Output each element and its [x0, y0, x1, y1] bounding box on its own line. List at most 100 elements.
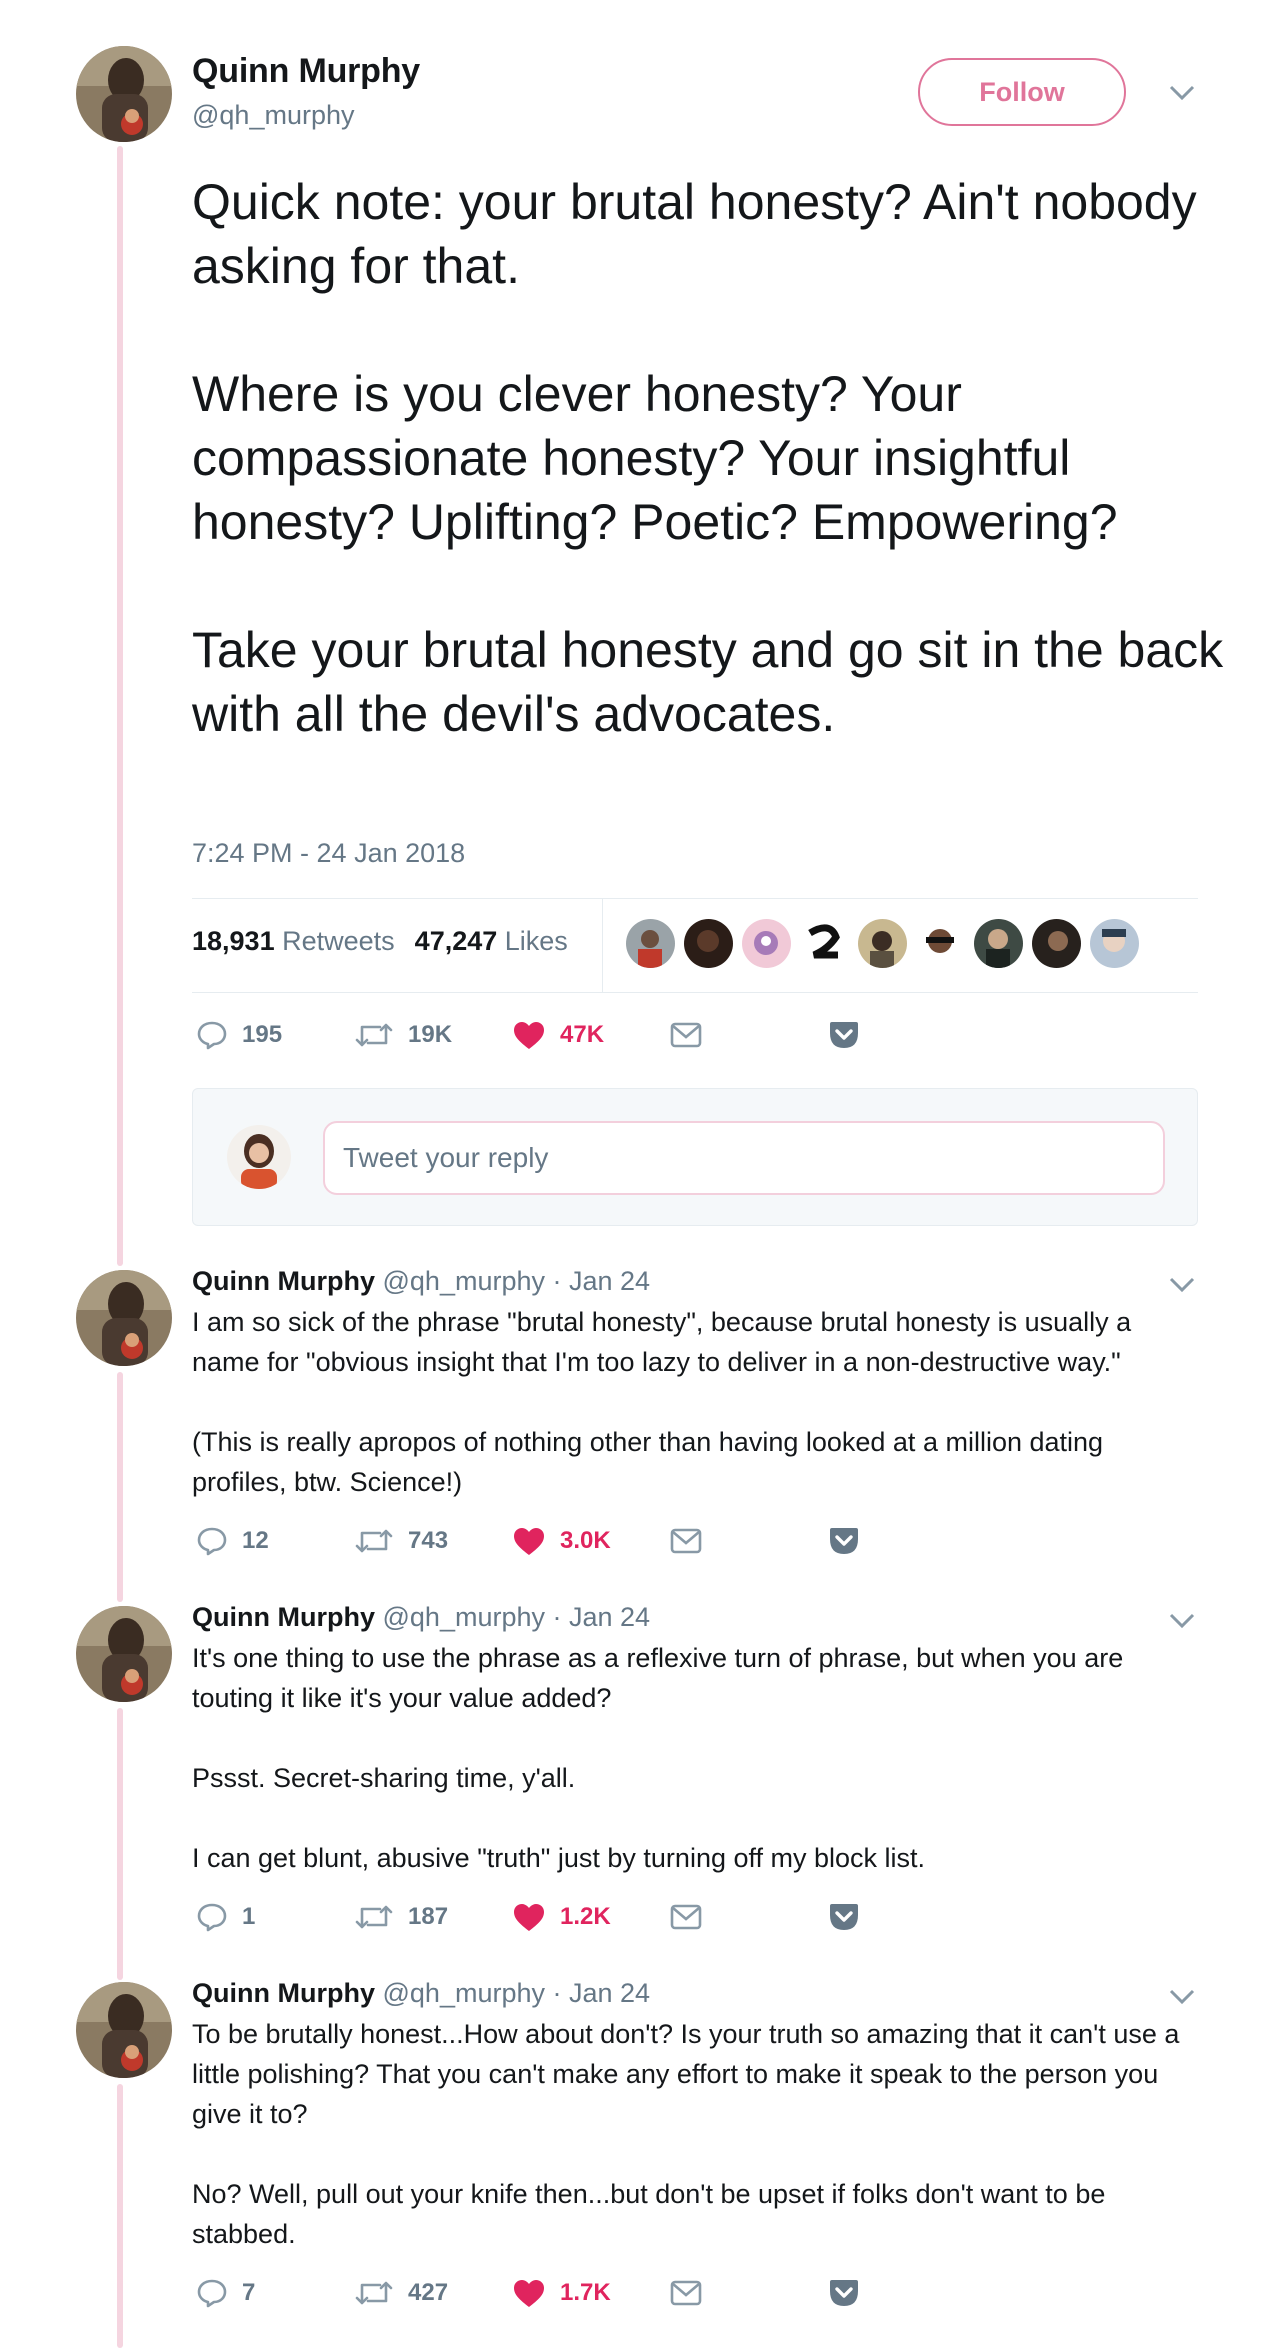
- like-count: 1.2K: [560, 1903, 611, 1930]
- tweet-text: To be brutally honest...How about don't?…: [192, 2014, 1202, 2254]
- chevron-down-icon[interactable]: [1168, 1988, 1196, 2011]
- pocket-button[interactable]: [828, 1902, 860, 1932]
- retweet-icon: [355, 1529, 393, 1553]
- heart-icon: [514, 1528, 544, 1555]
- author-name[interactable]: Quinn Murphy: [192, 52, 420, 91]
- pocket-button[interactable]: [828, 1020, 860, 1050]
- like-count: 47K: [560, 1021, 605, 1048]
- retweet-button[interactable]: 187: [354, 1903, 512, 1931]
- tweet-paragraph: I can get blunt, abusive "truth" just by…: [192, 1843, 926, 1873]
- heart-icon: [514, 1022, 544, 1049]
- author-name[interactable]: Quinn Murphy: [192, 1266, 375, 1296]
- envelope-icon: [670, 1022, 702, 1048]
- envelope-icon: [670, 1904, 702, 1930]
- direct-message-button[interactable]: [670, 2280, 828, 2306]
- retweet-count: 187: [408, 1903, 449, 1930]
- liker-avatar[interactable]: [684, 919, 733, 968]
- reply-button[interactable]: 195: [196, 1020, 354, 1050]
- reply-button[interactable]: 7: [196, 2278, 354, 2308]
- tweet-text: Quick note: your brutal honesty? Ain't n…: [192, 170, 1242, 746]
- avatar[interactable]: [76, 46, 172, 142]
- envelope-icon: [670, 2280, 702, 2306]
- tweet-timestamp[interactable]: 7:24 PM - 24 Jan 2018: [192, 838, 465, 869]
- liker-avatar[interactable]: [916, 919, 965, 968]
- liker-avatar[interactable]: [742, 919, 791, 968]
- retweet-count: 427: [408, 2279, 449, 2306]
- current-user-avatar: [227, 1125, 291, 1189]
- heart-icon: [514, 1904, 544, 1931]
- likes-stat[interactable]: 47,247 Likes: [415, 926, 568, 957]
- like-button[interactable]: 1.2K: [512, 1902, 670, 1932]
- pocket-button[interactable]: [828, 2278, 860, 2308]
- pocket-button[interactable]: [828, 1526, 860, 1556]
- reply-icon: [197, 1527, 227, 1556]
- pocket-icon: [830, 1022, 858, 1048]
- chevron-down-icon[interactable]: [1168, 1276, 1196, 1299]
- tweet-paragraph: Quick note: your brutal honesty? Ain't n…: [192, 174, 1197, 294]
- liker-avatar[interactable]: [800, 919, 849, 968]
- author-name[interactable]: Quinn Murphy: [192, 1602, 375, 1632]
- reply-input[interactable]: Tweet your reply: [323, 1121, 1165, 1195]
- reply-icon: [197, 1021, 227, 1050]
- tweet-actions: 12 743 3.0K: [196, 1526, 860, 1556]
- thread-line: [117, 146, 123, 1266]
- liker-avatar[interactable]: [858, 919, 907, 968]
- retweets-stat[interactable]: 18,931 Retweets: [192, 926, 395, 957]
- reply-icon: [197, 1903, 227, 1932]
- retweet-button[interactable]: 19K: [354, 1021, 512, 1049]
- chevron-down-icon[interactable]: [1168, 84, 1196, 107]
- tweet-paragraph: Take your brutal honesty and go sit in t…: [192, 622, 1224, 742]
- retweet-icon: [355, 2281, 393, 2305]
- liker-avatar[interactable]: [626, 919, 675, 968]
- tweet-paragraph: I am so sick of the phrase "brutal hones…: [192, 1307, 1132, 1377]
- reply-button[interactable]: 12: [196, 1526, 354, 1556]
- tweet-actions: 195 19K 47K: [196, 1020, 860, 1050]
- tweet-paragraph: (This is really apropos of nothing other…: [192, 1427, 1104, 1497]
- liker-avatar[interactable]: [1090, 919, 1139, 968]
- like-button[interactable]: 47K: [512, 1020, 670, 1050]
- tweet-paragraph: No? Well, pull out your knife then...but…: [192, 2179, 1106, 2249]
- divider: [602, 898, 603, 992]
- retweet-button[interactable]: 743: [354, 1527, 512, 1555]
- author-handle[interactable]: @qh_murphy: [192, 100, 355, 131]
- reply-composer: Tweet your reply: [192, 1088, 1198, 1226]
- direct-message-button[interactable]: [670, 1904, 828, 1930]
- retweets-count: 18,931: [192, 926, 275, 956]
- avatar[interactable]: [76, 1982, 172, 2078]
- retweets-label: Retweets: [282, 926, 395, 956]
- author-name[interactable]: Quinn Murphy: [192, 1978, 375, 2008]
- tweet-paragraph: Pssst. Secret-sharing time, y'all.: [192, 1763, 576, 1793]
- tweet-header: Quinn Murphy @qh_murphy · Jan 24: [192, 1266, 650, 1297]
- retweet-count: 743: [408, 1527, 449, 1554]
- retweet-count: 19K: [408, 1021, 453, 1048]
- reply-count: 195: [242, 1021, 283, 1048]
- direct-message-button[interactable]: [670, 1022, 828, 1048]
- author-handle-date[interactable]: @qh_murphy · Jan 24: [383, 1602, 651, 1632]
- envelope-icon: [670, 1528, 702, 1554]
- retweet-button[interactable]: 427: [354, 2279, 512, 2307]
- author-handle-date[interactable]: @qh_murphy · Jan 24: [383, 1978, 651, 2008]
- tweet-paragraph: To be brutally honest...How about don't?…: [192, 2019, 1180, 2129]
- thread-line: [117, 1372, 123, 1602]
- follow-button[interactable]: Follow: [918, 58, 1126, 126]
- author-handle-date[interactable]: @qh_murphy · Jan 24: [383, 1266, 651, 1296]
- like-button[interactable]: 3.0K: [512, 1526, 670, 1556]
- retweet-icon: [355, 1905, 393, 1929]
- like-button[interactable]: 1.7K: [512, 2278, 670, 2308]
- likes-count: 47,247: [414, 926, 498, 956]
- divider: [192, 898, 1198, 899]
- direct-message-button[interactable]: [670, 1528, 828, 1554]
- chevron-down-icon[interactable]: [1168, 1612, 1196, 1635]
- tweet-paragraph: Where is you clever honesty? Your compas…: [192, 366, 1118, 550]
- tweet-header: Quinn Murphy @qh_murphy · Jan 24: [192, 1978, 650, 2009]
- reply-count: 1: [242, 1903, 256, 1930]
- likes-label: Likes: [504, 926, 568, 956]
- avatar[interactable]: [76, 1270, 172, 1366]
- liker-avatars: [626, 919, 1139, 968]
- avatar[interactable]: [76, 1606, 172, 1702]
- liker-avatar[interactable]: [974, 919, 1023, 968]
- thread-line: [117, 1708, 123, 1980]
- reply-button[interactable]: 1: [196, 1902, 354, 1932]
- tweet-actions: 7 427 1.7K: [196, 2278, 860, 2308]
- liker-avatar[interactable]: [1032, 919, 1081, 968]
